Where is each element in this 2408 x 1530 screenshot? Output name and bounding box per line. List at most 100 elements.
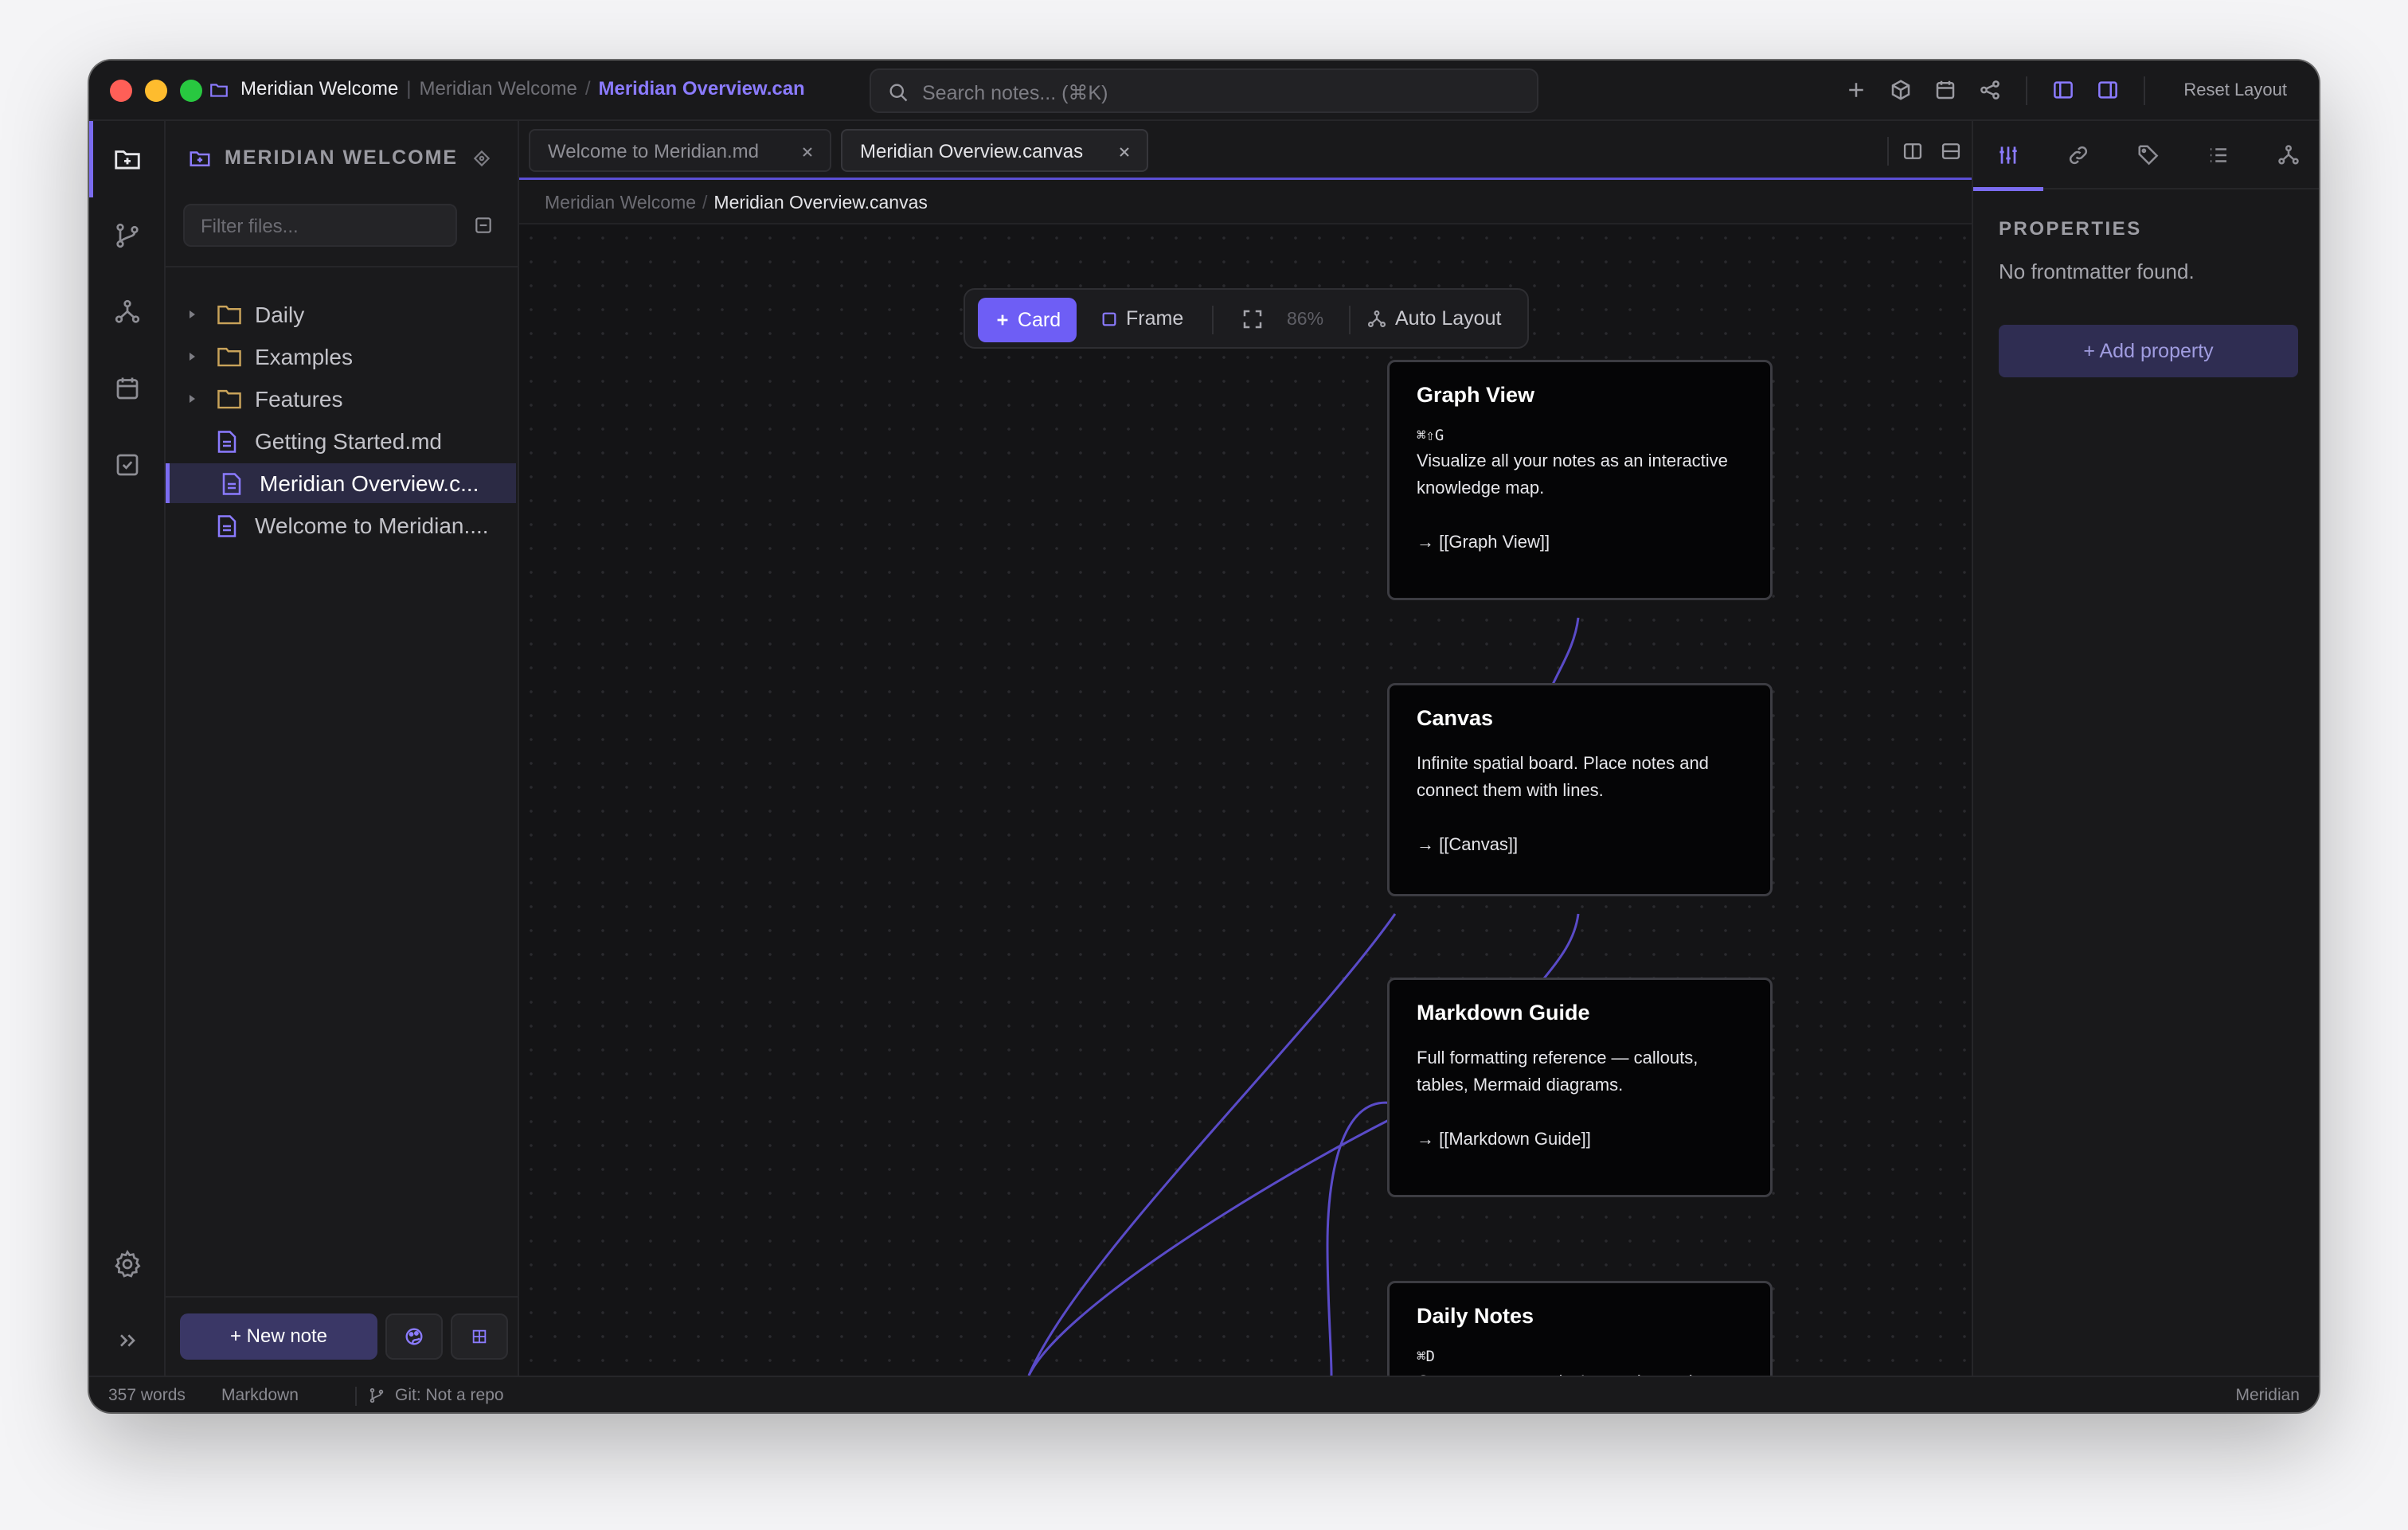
editor-mode[interactable]: Markdown — [221, 1386, 299, 1405]
card-description: Infinite spatial board. Place notes and … — [1417, 753, 1709, 800]
close-icon[interactable] — [799, 144, 815, 160]
canvas-board[interactable]: Card Frame 86% Auto Layout Graph View ⌘⇧… — [519, 226, 1972, 1376]
breadcrumb-separator: / — [702, 192, 708, 213]
card-shortcut: ⌘D — [1417, 1348, 1435, 1365]
sidebar-vault-name[interactable]: MERIDIAN WELCOME — [225, 146, 458, 170]
file-icon — [217, 430, 237, 454]
calendar-icon[interactable] — [1933, 78, 1957, 102]
card-description: Full formatting reference — callouts, ta… — [1417, 1048, 1698, 1095]
chevron-right-icon[interactable] — [190, 395, 195, 403]
status-bar: 357 words Markdown Git: Not a repo Merid… — [89, 1376, 2319, 1412]
folder-icon — [217, 345, 242, 368]
title-separator: | — [406, 78, 412, 100]
folder-plus-icon — [112, 144, 143, 174]
folder-icon — [217, 388, 242, 410]
titlebar-divider — [2144, 76, 2145, 105]
share-icon[interactable] — [1978, 78, 2002, 102]
tree-file-welcome[interactable]: Welcome to Meridian.... — [166, 505, 516, 545]
new-note-button[interactable]: + New note — [180, 1313, 377, 1360]
breadcrumb-vault[interactable]: Meridian Welcome — [545, 192, 696, 213]
fit-view-icon[interactable] — [1241, 307, 1265, 331]
search-input[interactable]: Search notes... (⌘K) — [870, 68, 1538, 113]
word-count: 357 words — [108, 1386, 186, 1404]
tab-outline[interactable] — [2183, 121, 2254, 189]
titlebar: Meridian Welcome | Meridian Welcome / Meridi… — [89, 60, 2319, 121]
right-panel-tabs — [1973, 121, 2319, 191]
activity-git[interactable] — [89, 197, 166, 274]
tab-backlinks[interactable] — [2043, 121, 2113, 189]
tab-label: Welcome to Meridian.md — [548, 141, 759, 162]
tab-local-graph[interactable] — [2254, 121, 2319, 189]
activity-settings[interactable] — [89, 1226, 166, 1302]
tab-properties[interactable] — [1973, 121, 2043, 191]
git-status[interactable]: Git: Not a repo — [395, 1386, 504, 1405]
card-description: Open or create today's note instantly. — [1417, 1368, 1743, 1376]
card-title: Daily Notes — [1417, 1304, 1534, 1328]
auto-layout-label: Auto Layout — [1395, 307, 1502, 330]
activity-files[interactable] — [89, 121, 166, 197]
plus-icon[interactable] — [1844, 78, 1868, 102]
zoom-level[interactable]: 86% — [1287, 308, 1323, 330]
activity-graph[interactable] — [89, 274, 166, 350]
auto-layout-button[interactable]: Auto Layout — [1366, 307, 1501, 330]
palette-icon — [403, 1325, 425, 1348]
status-divider — [355, 1387, 357, 1406]
card-link[interactable]: → [[Graph View]] — [1417, 532, 1743, 552]
title-vault-name[interactable]: Meridian Welcome — [240, 78, 398, 100]
toolbar-divider — [1349, 306, 1351, 334]
activity-calendar[interactable] — [89, 350, 166, 427]
tab-meridian-overview[interactable]: Meridian Overview.canvas — [841, 129, 1148, 172]
toggle-left-sidebar-icon[interactable] — [2051, 78, 2075, 102]
tab-tags[interactable] — [2113, 121, 2183, 189]
plus-icon — [994, 311, 1011, 329]
tree-folder-examples[interactable]: Examples — [166, 337, 516, 377]
tree-folder-daily[interactable]: Daily — [166, 295, 516, 334]
add-property-button[interactable]: + Add property — [1999, 325, 2298, 377]
canvas-card-markdown-guide[interactable]: Markdown Guide Full formatting reference… — [1387, 978, 1773, 1197]
chevron-right-icon[interactable] — [190, 310, 195, 318]
toggle-right-sidebar-icon[interactable] — [2096, 78, 2120, 102]
collapse-all-icon[interactable] — [473, 215, 494, 236]
split-vertical-icon[interactable] — [1902, 140, 1924, 162]
search-icon — [887, 81, 909, 103]
card-title: Graph View — [1417, 383, 1535, 407]
canvas-card-canvas[interactable]: Canvas Infinite spatial board. Place not… — [1387, 683, 1773, 896]
cube-icon[interactable] — [1889, 78, 1913, 102]
link-icon — [2066, 143, 2090, 167]
minimize-window-button[interactable] — [145, 80, 167, 102]
add-card-button[interactable]: Card — [978, 298, 1077, 342]
zoom-window-button[interactable] — [180, 80, 202, 102]
tree-file-getting-started[interactable]: Getting Started.md — [166, 421, 516, 461]
canvas-card-daily-notes[interactable]: Daily Notes ⌘D Open or create today's no… — [1387, 1281, 1773, 1376]
tree-folder-features[interactable]: Features — [166, 379, 516, 419]
activity-expand[interactable] — [89, 1302, 166, 1379]
gear-icon — [111, 1248, 143, 1280]
random-note-button[interactable] — [385, 1313, 443, 1360]
activity-tasks[interactable] — [89, 427, 166, 503]
tab-welcome[interactable]: Welcome to Meridian.md — [529, 129, 831, 172]
tag-icon — [2136, 143, 2160, 167]
canvas-card-graph-view[interactable]: Graph View ⌘⇧G Visualize all your notes … — [1387, 360, 1773, 600]
filter-files-input[interactable]: Filter files... — [183, 204, 457, 247]
checkbox-icon — [113, 451, 142, 479]
grid-icon — [471, 1328, 488, 1345]
vault-switch-icon[interactable] — [471, 148, 492, 169]
reset-layout-button[interactable]: Reset Layout — [2183, 80, 2287, 100]
chevron-right-icon[interactable] — [190, 353, 195, 361]
split-horizontal-icon[interactable] — [1940, 140, 1962, 162]
app-window: Meridian Welcome | Meridian Welcome / Meridi… — [89, 60, 2319, 1412]
activity-bar — [89, 121, 166, 1376]
breadcrumb: Meridian Welcome / Meridian Overview.canva… — [519, 180, 1972, 224]
auto-layout-icon — [1366, 309, 1387, 330]
title-crumb-active-file[interactable]: Meridian Overview.can — [599, 78, 805, 100]
close-icon[interactable] — [1116, 144, 1132, 160]
add-frame-button[interactable]: Frame — [1100, 307, 1183, 330]
tree-item-label: Daily — [255, 302, 305, 327]
title-crumb-vault[interactable]: Meridian Welcome — [420, 78, 577, 100]
card-link[interactable]: → [[Markdown Guide]] — [1417, 1129, 1743, 1149]
graph-icon — [113, 298, 142, 326]
grid-view-button[interactable] — [451, 1313, 508, 1360]
close-window-button[interactable] — [110, 80, 132, 102]
card-link[interactable]: → [[Canvas]] — [1417, 834, 1743, 855]
tree-file-meridian-overview[interactable]: Meridian Overview.c... — [166, 463, 516, 503]
